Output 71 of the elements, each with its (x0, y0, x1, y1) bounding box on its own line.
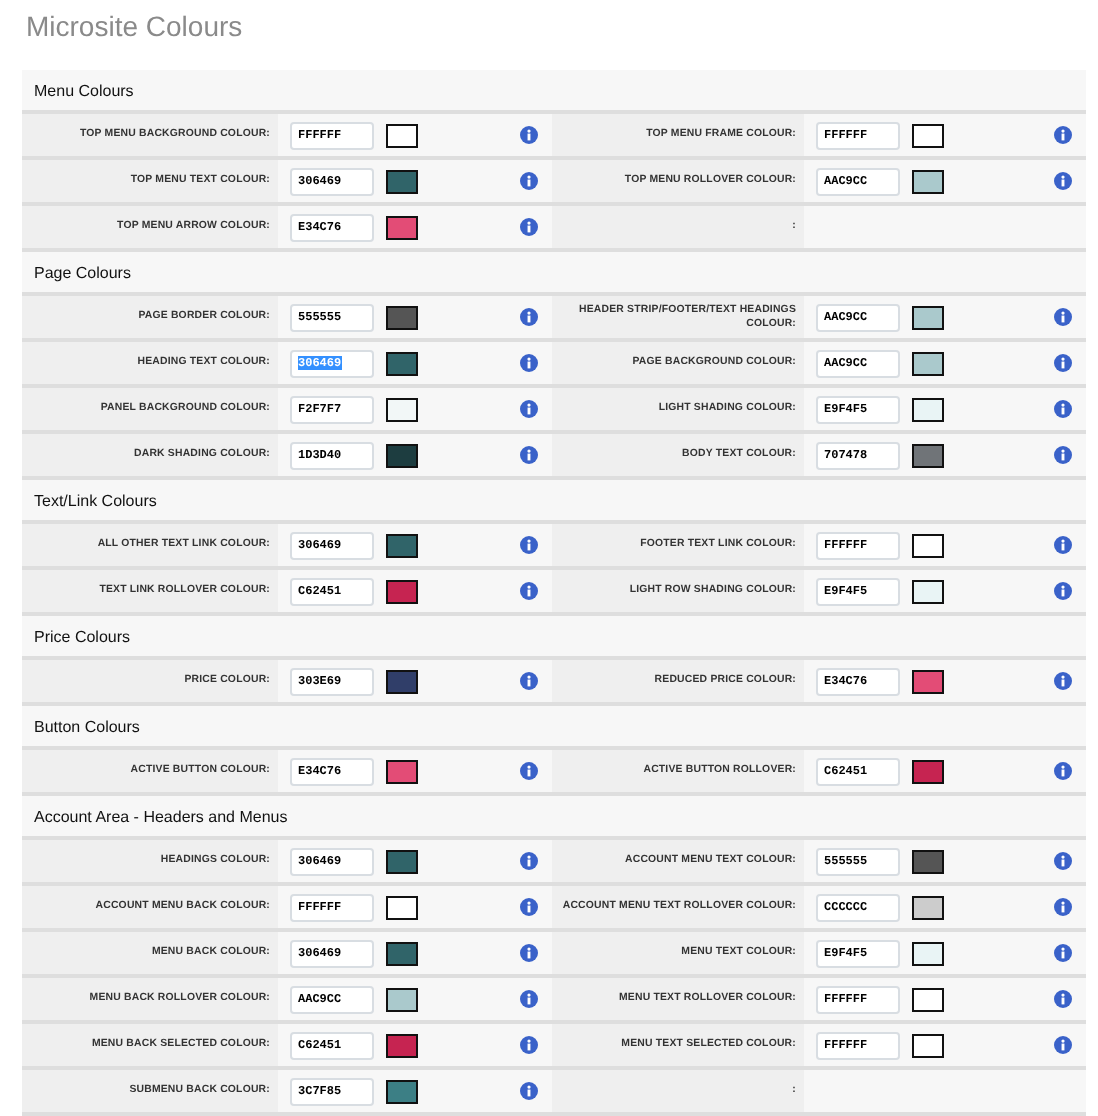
colour-swatch[interactable] (912, 669, 944, 693)
info-icon[interactable] (520, 1082, 538, 1100)
page-title: Microsite Colours (24, 8, 243, 46)
info-icon[interactable] (1054, 582, 1072, 600)
colour-swatch[interactable] (386, 169, 418, 193)
info-icon[interactable] (520, 762, 538, 780)
info-icon[interactable] (1054, 1036, 1072, 1054)
colour-swatch[interactable] (386, 759, 418, 783)
colour-swatch[interactable] (912, 533, 944, 557)
section-heading: Price Colours (34, 627, 131, 645)
section-heading: Menu Colours (34, 81, 134, 99)
colour-swatch[interactable] (386, 987, 418, 1011)
info-icon[interactable] (1054, 126, 1072, 144)
colour-swatch[interactable] (386, 443, 418, 467)
colour-swatch[interactable] (386, 941, 418, 965)
colour-swatch[interactable] (386, 305, 418, 329)
info-icon[interactable] (1054, 536, 1072, 554)
info-icon[interactable] (520, 218, 538, 236)
colour-swatch[interactable] (386, 669, 418, 693)
colour-swatch[interactable] (912, 895, 944, 919)
info-icon[interactable] (1054, 762, 1072, 780)
colour-swatch[interactable] (386, 533, 418, 557)
colour-swatch[interactable] (912, 987, 944, 1011)
colour-swatch[interactable] (912, 941, 944, 965)
info-icon[interactable] (1054, 898, 1072, 916)
colour-swatch[interactable] (386, 215, 418, 239)
info-icon[interactable] (1054, 400, 1072, 418)
colour-swatch[interactable] (386, 351, 418, 375)
colour-swatch[interactable] (386, 849, 418, 873)
colour-swatch[interactable] (386, 895, 418, 919)
info-icon[interactable] (520, 400, 538, 418)
info-icon[interactable] (520, 1036, 538, 1054)
info-icon[interactable] (1054, 354, 1072, 372)
colour-swatch[interactable] (912, 123, 944, 147)
section-heading: Button Colours (34, 717, 140, 735)
info-icon[interactable] (1054, 672, 1072, 690)
section-heading: Page Colours (34, 263, 131, 281)
info-icon[interactable] (520, 898, 538, 916)
info-icon[interactable] (1054, 172, 1072, 190)
section-heading: Text/Link Colours (34, 491, 157, 509)
colour-swatch[interactable] (386, 1033, 418, 1057)
colour-swatch[interactable] (912, 351, 944, 375)
colour-swatch[interactable] (386, 1079, 418, 1103)
info-icon[interactable] (520, 536, 538, 554)
info-icon[interactable] (520, 126, 538, 144)
info-icon[interactable] (520, 582, 538, 600)
info-icon[interactable] (520, 852, 538, 870)
info-icon[interactable] (1054, 944, 1072, 962)
info-icon[interactable] (520, 672, 538, 690)
info-icon[interactable] (1054, 852, 1072, 870)
colour-swatch[interactable] (386, 397, 418, 421)
info-icon[interactable] (1054, 446, 1072, 464)
colour-swatch[interactable] (912, 759, 944, 783)
info-icon[interactable] (520, 990, 538, 1008)
info-icon[interactable] (520, 446, 538, 464)
info-icon[interactable] (1054, 308, 1072, 326)
colour-swatch[interactable] (386, 579, 418, 603)
colour-swatch[interactable] (386, 123, 418, 147)
info-icon[interactable] (520, 308, 538, 326)
info-icon[interactable] (520, 944, 538, 962)
colour-swatch[interactable] (912, 849, 944, 873)
colour-swatch[interactable] (912, 397, 944, 421)
colour-swatch[interactable] (912, 443, 944, 467)
info-icon[interactable] (520, 172, 538, 190)
info-icon[interactable] (1054, 990, 1072, 1008)
info-icon[interactable] (520, 354, 538, 372)
section-heading: Account Area - Headers and Menus (34, 807, 288, 825)
colour-swatch[interactable] (912, 579, 944, 603)
colour-swatch[interactable] (912, 169, 944, 193)
colour-swatch[interactable] (912, 1033, 944, 1057)
colour-swatch[interactable] (912, 305, 944, 329)
